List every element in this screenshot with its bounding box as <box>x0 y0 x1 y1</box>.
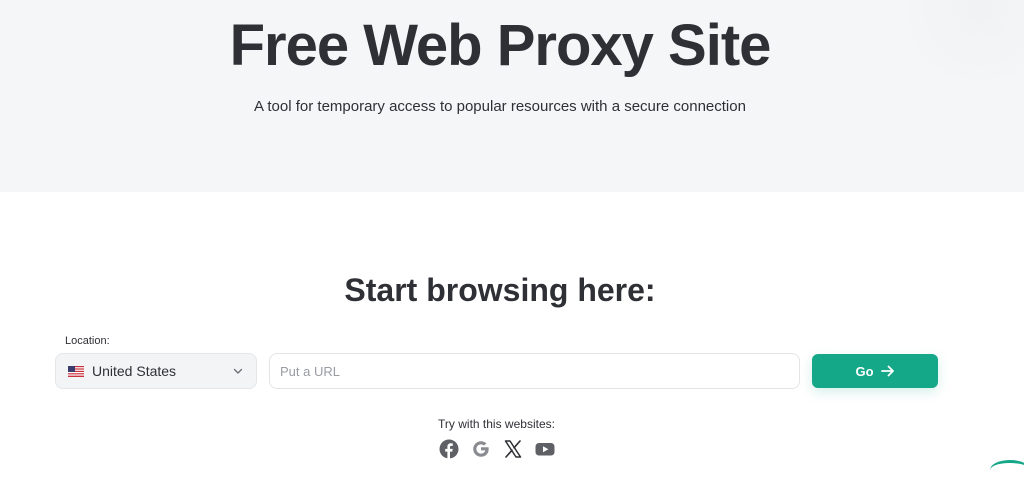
location-label: Location: <box>65 335 110 347</box>
go-button-label: Go <box>855 363 874 379</box>
chevron-down-icon <box>233 368 243 374</box>
hero-section: Free Web Proxy Site A tool for temporary… <box>0 0 1024 192</box>
quick-sites <box>439 438 559 460</box>
google-icon[interactable] <box>471 439 491 459</box>
us-flag-icon <box>68 365 84 377</box>
url-input[interactable] <box>269 353 800 389</box>
arrow-right-icon <box>880 365 894 377</box>
page-subtitle: A tool for temporary access to popular r… <box>254 98 746 115</box>
go-button[interactable]: Go <box>812 354 938 388</box>
chat-widget-edge[interactable] <box>990 460 1024 480</box>
location-value: United States <box>92 363 177 379</box>
facebook-icon[interactable] <box>439 439 459 459</box>
location-select[interactable]: United States <box>55 353 257 389</box>
page-title: Free Web Proxy Site <box>229 13 772 78</box>
x-icon[interactable] <box>503 439 523 459</box>
section-heading: Start browsing here: <box>344 272 656 308</box>
youtube-icon[interactable] <box>535 439 555 459</box>
try-websites-label: Try with this websites: <box>438 417 555 431</box>
